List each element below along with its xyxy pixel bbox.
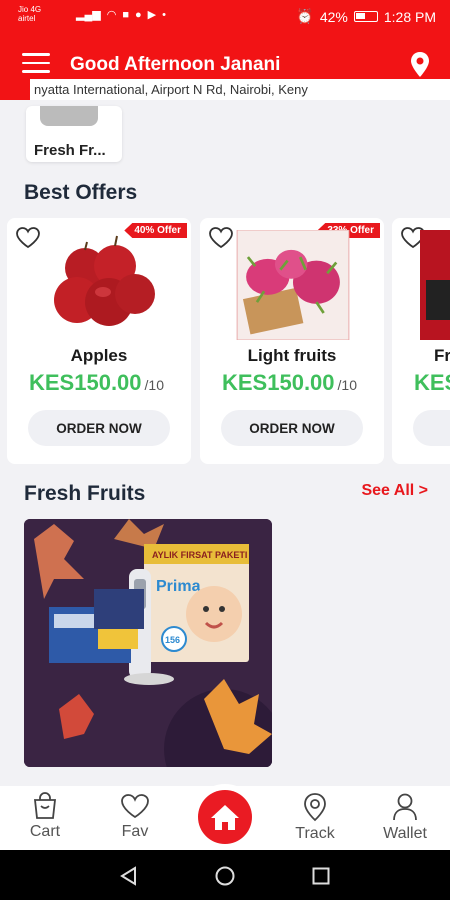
- delivery-address[interactable]: nyatta International, Airport N Rd, Nair…: [30, 79, 450, 100]
- category-label: Fresh Fr...: [34, 142, 106, 159]
- nav-cart[interactable]: Cart: [10, 792, 80, 841]
- back-icon[interactable]: [118, 865, 140, 887]
- price-unit: /10: [337, 377, 357, 393]
- product-price: KES: [414, 370, 450, 396]
- app-icon: ●: [134, 9, 142, 21]
- heart-icon: [121, 794, 149, 819]
- location-icon: [304, 793, 326, 822]
- nav-home-button[interactable]: [198, 790, 252, 844]
- bag-icon: [33, 792, 57, 819]
- recents-icon[interactable]: [310, 865, 332, 887]
- youtube-icon: ▶: [147, 9, 157, 21]
- product-name: Light fruits: [247, 346, 337, 365]
- home-circle-icon[interactable]: [214, 865, 236, 887]
- nav-fav[interactable]: Fav: [100, 792, 170, 841]
- nav-track[interactable]: Track: [280, 792, 350, 843]
- banner-size: 156: [165, 635, 180, 645]
- product-image: [420, 230, 450, 340]
- bottom-navigation: Cart Fav Track Wallet: [0, 786, 450, 850]
- price-amount: KES150.00: [29, 370, 142, 395]
- product-card[interactable]: Fr KES O: [392, 218, 450, 464]
- order-now-button[interactable]: O: [413, 410, 450, 446]
- category-tile[interactable]: Fresh Fr...: [26, 106, 122, 162]
- price-amount: KES: [414, 370, 450, 395]
- location-pin-icon[interactable]: [410, 52, 430, 78]
- product-price: KES150.00/10: [222, 370, 357, 396]
- order-now-button[interactable]: ORDER NOW: [28, 410, 170, 446]
- banner-brand: Prima: [156, 578, 201, 595]
- more-icon: •: [162, 9, 166, 21]
- promo-banner[interactable]: AYLIK FIRSAT PAKETI Prima 156: [24, 519, 272, 767]
- carrier-info: Jio 4G airtel: [18, 5, 41, 23]
- order-now-button[interactable]: ORDER NOW: [221, 410, 363, 446]
- user-icon: [393, 793, 417, 821]
- best-offers-title: Best Offers: [24, 181, 138, 204]
- wifi-icon: ◠: [106, 9, 117, 21]
- see-all-link[interactable]: See All >: [361, 482, 428, 500]
- product-name: Apples: [70, 346, 128, 365]
- battery-icon: [353, 11, 378, 22]
- banner-tagline: AYLIK FIRSAT PAKETI: [152, 550, 247, 560]
- product-card[interactable]: 33% Offer Light fruits KES150.00/10 ORDE…: [200, 218, 384, 464]
- alarm-icon: ⏰: [296, 8, 314, 24]
- nav-wallet-label: Wallet: [383, 825, 427, 842]
- lock-icon: ■: [122, 9, 129, 21]
- nav-wallet[interactable]: Wallet: [370, 792, 440, 843]
- nav-track-label: Track: [295, 825, 335, 842]
- product-name: Fr: [434, 346, 450, 365]
- nav-cart-label: Cart: [29, 823, 61, 840]
- status-bar: Jio 4G airtel ▂▄▆ ◠ ■ ● ▶ • ⏰ 42% 1:28 P…: [0, 0, 450, 32]
- menu-icon[interactable]: [22, 53, 50, 75]
- main-content: Fresh Fr... Best Offers 40% Offer Apples…: [0, 100, 450, 786]
- clock: 1:28 PM: [383, 8, 436, 25]
- product-price: KES150.00/10: [29, 370, 164, 396]
- category-image: [40, 106, 98, 126]
- app-header: Good Afternoon Janani nyatta Internation…: [0, 32, 450, 100]
- price-unit: /10: [144, 377, 164, 393]
- greeting-title: Good Afternoon Janani: [70, 54, 281, 75]
- notification-icons: ▂▄▆ ◠ ■ ● ▶ •: [76, 9, 166, 21]
- carrier-primary: Jio 4G: [18, 5, 42, 14]
- product-card[interactable]: 40% Offer Apples KES150.00/10 ORDER NOW: [7, 218, 191, 464]
- fresh-fruits-title: Fresh Fruits: [24, 482, 146, 505]
- system-navigation-bar: [0, 850, 450, 900]
- dragon-fruit-image: [236, 230, 350, 340]
- home-icon: [211, 805, 239, 830]
- price-amount: KES150.00: [222, 370, 335, 395]
- status-right: ⏰ 42% 1:28 PM: [296, 8, 436, 25]
- battery-percent: 42%: [319, 8, 348, 25]
- signal-icon: ▂▄▆: [76, 9, 101, 21]
- favorite-heart-icon[interactable]: [15, 226, 41, 250]
- nav-fav-label: Fav: [121, 823, 149, 840]
- apples-image: [54, 235, 155, 326]
- banner-graphic: AYLIK FIRSAT PAKETI Prima 156: [24, 519, 272, 767]
- carrier-secondary: airtel: [18, 14, 36, 23]
